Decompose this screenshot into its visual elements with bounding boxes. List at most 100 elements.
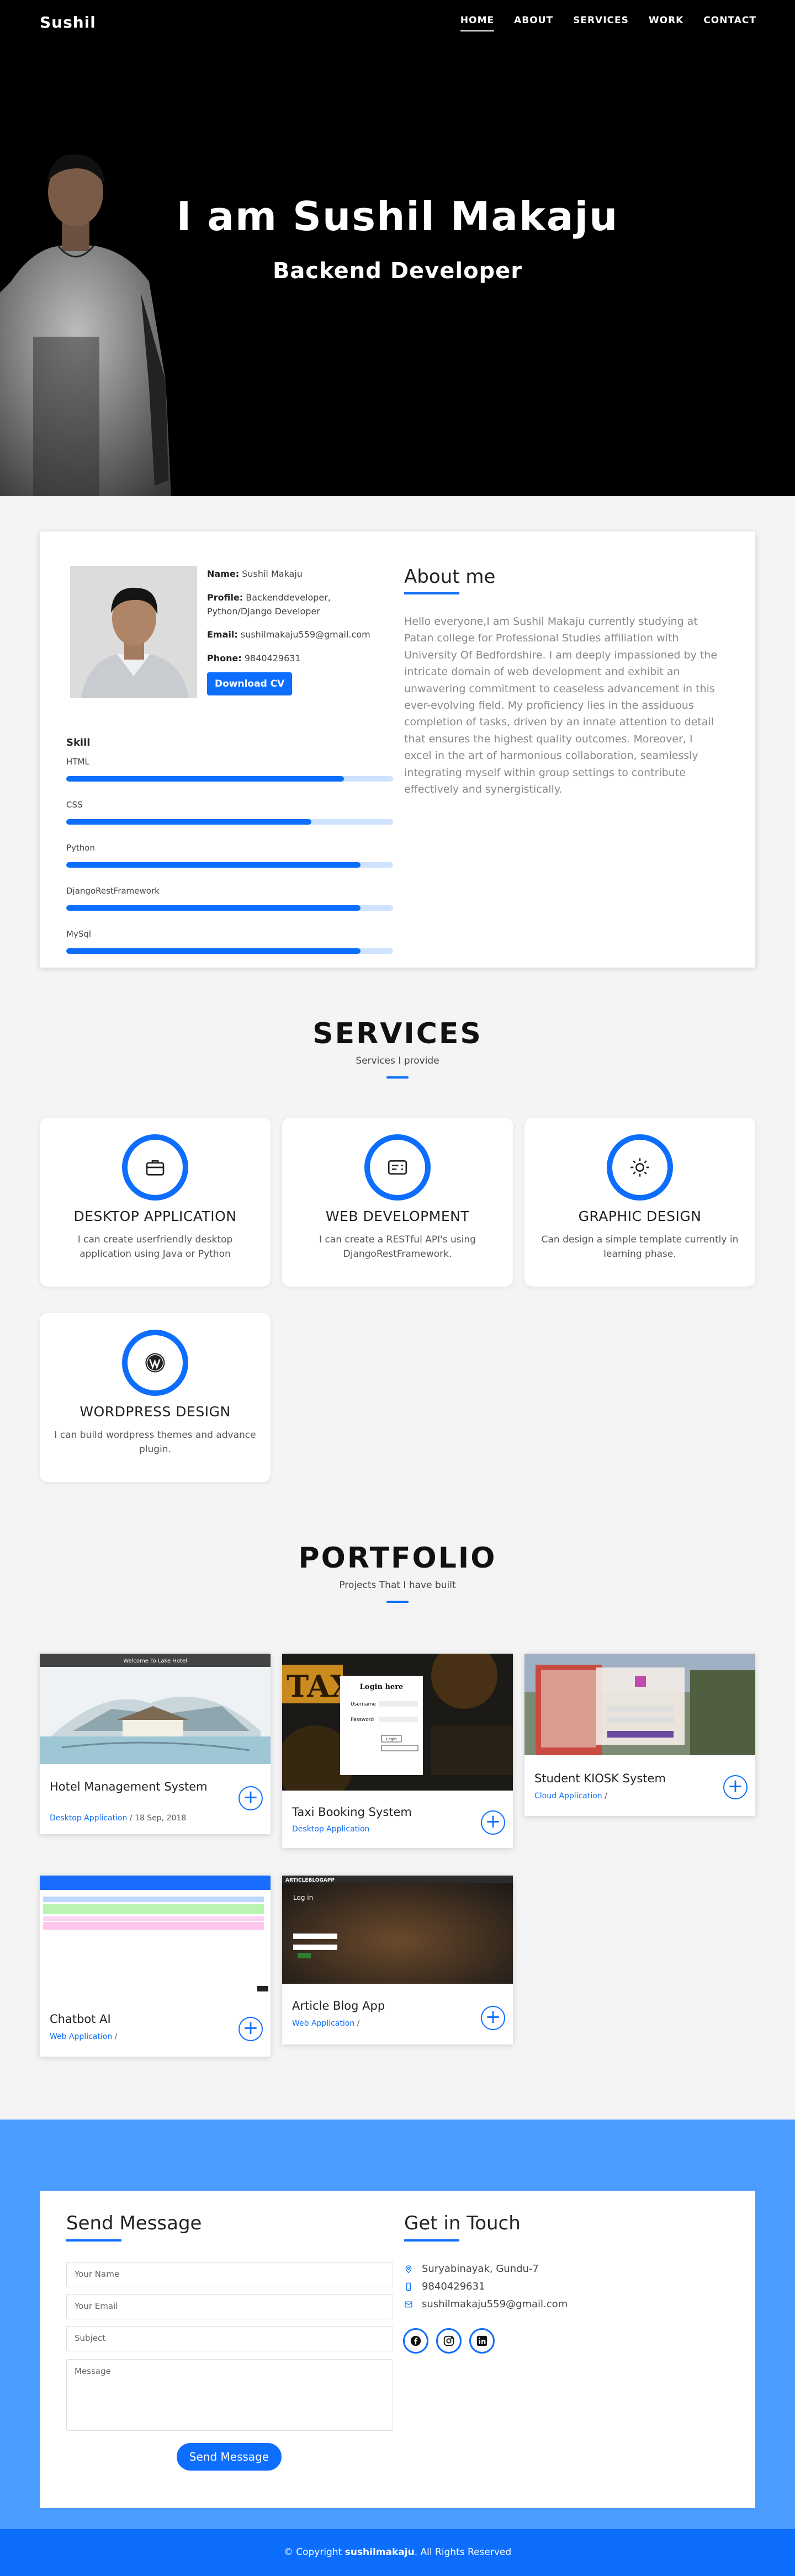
skill-bar — [66, 862, 393, 868]
project-meta: Desktop Application — [292, 1825, 369, 1834]
services-title: SERVICES — [312, 1017, 483, 1050]
expand-plus-icon[interactable]: + — [481, 2006, 505, 2030]
name-input[interactable]: Your Name — [66, 2262, 393, 2287]
address-text: Suryabinayak, Gundu-7 — [422, 2263, 539, 2275]
name-label: Name: — [207, 569, 240, 579]
info-name-row: Name: Sushil Makaju — [207, 567, 384, 581]
send-message-button[interactable]: Send Message — [177, 2443, 282, 2471]
project-screenshot: ARTICLEBLOGAPP Log in — [282, 1876, 513, 1984]
project-screenshot — [40, 1876, 271, 1997]
project-category[interactable]: Web Application — [292, 2019, 354, 2028]
phone-text: 9840429631 — [422, 2281, 485, 2292]
skill-bar-fill — [66, 862, 361, 868]
about-heading: About me — [404, 566, 496, 588]
download-cv-button[interactable]: Download CV — [207, 672, 293, 696]
message-textarea[interactable]: Message — [66, 2359, 393, 2431]
skill-label: DjangoRestFramework — [66, 886, 160, 896]
nav-item-work[interactable]: WORK — [649, 15, 683, 29]
portfolio-card-taxi[interactable]: TAX Login here Username Password Login T… — [282, 1654, 513, 1848]
contact-phone: 9840429631 — [404, 2281, 485, 2292]
skill-label: MySql — [66, 929, 92, 939]
project-meta: Desktop Application / 18 Sep, 2018 — [50, 1814, 186, 1823]
service-title: GRAPHIC DESIGN — [578, 1208, 702, 1224]
expand-plus-icon[interactable]: + — [723, 1775, 748, 1799]
nav-item-services[interactable]: SERVICES — [573, 15, 629, 29]
service-title: DESKTOP APPLICATION — [73, 1208, 237, 1224]
instagram-icon[interactable] — [436, 2328, 462, 2354]
linkedin-icon[interactable] — [469, 2328, 495, 2354]
skill-mysql: MySql — [66, 929, 393, 954]
expand-plus-icon[interactable]: + — [239, 2017, 263, 2041]
profile-label: Profile: — [207, 592, 243, 603]
email-value: sushilmakaju559@gmail.com — [240, 629, 370, 640]
blog-shot-title: ARTICLEBLOGAPP — [285, 1878, 335, 1883]
facebook-icon[interactable] — [403, 2328, 428, 2354]
map-pin-icon — [405, 2265, 412, 2274]
project-screenshot: TAX Login here Username Password Login — [282, 1654, 513, 1791]
taxi-shot-title: Login here — [360, 1683, 404, 1691]
skill-bar-fill — [66, 948, 361, 954]
taxi-shot-login: Login — [386, 1737, 397, 1741]
service-description: Can design a simple template currently i… — [541, 1234, 739, 1260]
brand-logo[interactable]: Sushil — [40, 13, 96, 31]
taxi-shot-password: Password — [351, 1717, 374, 1723]
nav-item-home[interactable]: HOME — [460, 15, 495, 31]
skill-bar — [66, 819, 393, 825]
name-value: Sushil Makaju — [242, 569, 303, 579]
skill-drf: DjangoRestFramework — [66, 886, 393, 911]
meta-separator: / — [602, 1792, 607, 1800]
service-card-desktop[interactable]: DESKTOP APPLICATION I can create userfri… — [40, 1118, 271, 1287]
portfolio-card-kiosk[interactable]: Student KIOSK System Cloud Application /… — [524, 1654, 755, 1816]
service-title: WEB DEVELOPMENT — [325, 1208, 470, 1224]
project-category[interactable]: Cloud Application — [534, 1792, 602, 1800]
expand-plus-icon[interactable]: + — [481, 1810, 505, 1835]
about-card: Name: Sushil Makaju Profile: Backenddeve… — [40, 532, 755, 968]
project-name: Student KIOSK System — [534, 1772, 666, 1785]
skill-label: CSS — [66, 800, 83, 810]
portfolio-card-chatbot[interactable]: Chatbot AI Web Application / + — [40, 1876, 271, 2057]
top-navbar: Sushil HOME ABOUT SERVICES WORK CONTACT — [0, 0, 795, 44]
services-subtitle: Services I provide — [356, 1055, 439, 1066]
project-category[interactable]: Desktop Application — [292, 1825, 369, 1834]
project-name: Taxi Booking System — [292, 1805, 412, 1819]
service-card-wordpress[interactable]: WORDPRESS DESIGN I can build wordpress t… — [40, 1313, 271, 1482]
service-card-web[interactable]: WEB DEVELOPMENT I can create a RESTful A… — [282, 1118, 513, 1287]
phone-label: Phone: — [207, 653, 242, 664]
skill-bar — [66, 776, 393, 782]
skill-bar-fill — [66, 776, 344, 782]
service-card-graphic[interactable]: GRAPHIC DESIGN Can design a simple templ… — [524, 1118, 755, 1287]
expand-plus-icon[interactable]: + — [239, 1786, 263, 1810]
service-icon-circle — [122, 1330, 188, 1396]
sun-icon — [630, 1158, 649, 1177]
nav-item-about[interactable]: ABOUT — [514, 15, 553, 29]
hero-title: I am Sushil Makaju — [176, 193, 619, 240]
contact-email: sushilmakaju559@gmail.com — [404, 2298, 568, 2310]
subject-input[interactable]: Subject — [66, 2326, 393, 2351]
copyright-owner[interactable]: sushilmakaju — [345, 2547, 415, 2558]
hero-section: I am Sushil Makaju Backend Developer — [0, 0, 795, 496]
email-input[interactable]: Your Email — [66, 2294, 393, 2319]
portfolio-title: PORTFOLIO — [298, 1542, 497, 1575]
profile-info: Name: Sushil Makaju Profile: Backenddeve… — [207, 567, 384, 696]
project-screenshot — [524, 1654, 755, 1755]
project-category[interactable]: Web Application — [50, 2032, 112, 2041]
info-profile-row: Profile: Backenddeveloper, Python/Django… — [207, 591, 384, 619]
profile-photo — [70, 566, 197, 698]
portfolio-card-hotel[interactable]: Welcome To Lake Hotel Hotel Management S… — [40, 1654, 271, 1834]
about-paragraph: Hello everyone,I am Sushil Makaju curren… — [404, 615, 718, 795]
skill-label: Python — [66, 843, 95, 853]
service-icon-circle — [364, 1134, 431, 1201]
heading-underline — [404, 2239, 459, 2242]
email-label: Email: — [207, 629, 238, 640]
portfolio-card-articleblog[interactable]: ARTICLEBLOGAPP Log in Article Blog App W… — [282, 1876, 513, 2044]
info-phone-row: Phone: 9840429631 — [207, 652, 384, 666]
hero-subtitle: Backend Developer — [272, 258, 523, 284]
nav-item-contact[interactable]: CONTACT — [703, 15, 756, 29]
hotel-shot-title: Welcome To Lake Hotel — [123, 1658, 187, 1664]
meta-separator: / — [354, 2019, 360, 2028]
service-description: I can create a RESTful API's using Djang… — [319, 1234, 476, 1260]
service-icon-circle — [607, 1134, 673, 1201]
project-screenshot: Welcome To Lake Hotel — [40, 1654, 271, 1764]
project-category[interactable]: Desktop Application — [50, 1814, 127, 1823]
taxi-shot-username: Username — [351, 1702, 376, 1707]
